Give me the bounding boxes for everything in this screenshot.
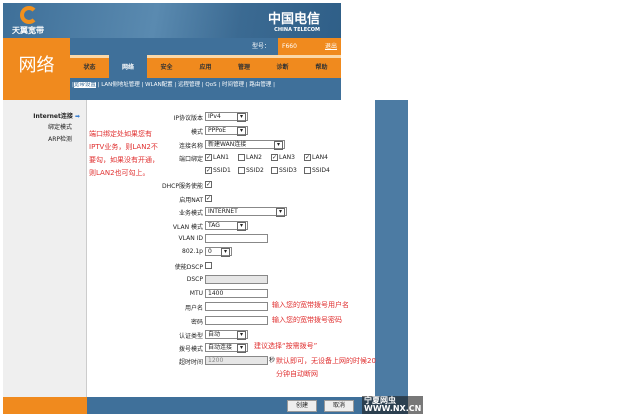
section-title: 网络 — [3, 38, 70, 100]
lan4-label: LAN4 — [312, 154, 328, 161]
label-ip-version: IP协议版本 — [173, 115, 203, 122]
note-port-binding: 端口绑定处如果您有IPTV业务，则LAN2不要勾，如果没有开通，则LAN2也可勾… — [89, 130, 159, 177]
note-idle: 默认即可，无设备上网的时候20分钟自动断网 — [276, 357, 376, 378]
checkbox-lan3[interactable]: ✓ — [271, 154, 278, 161]
label-vlan-id: VLAN ID — [178, 235, 203, 242]
label-username: 用户名 — [184, 305, 203, 312]
lan1-label: LAN1 — [213, 154, 229, 161]
sidebar-item-internet[interactable]: Internet连接 ➡ — [33, 111, 80, 120]
label-auth: 认证类型 — [178, 333, 203, 340]
label-dscp: DSCP — [186, 276, 203, 283]
tab-status[interactable]: 状态 — [70, 55, 109, 78]
label-dscp-enable: 使能DSCP — [174, 264, 203, 271]
checkbox-ssid2[interactable] — [238, 167, 245, 174]
tab-management[interactable]: 管理 — [225, 55, 263, 78]
dscp-input[interactable] — [205, 275, 268, 284]
label-dial: 拨号模式 — [178, 346, 203, 353]
logout-link[interactable]: 退出 — [325, 38, 337, 55]
tab-diagnosis[interactable]: 诊断 — [263, 55, 302, 78]
right-strip — [375, 100, 408, 397]
ssid3-label: SSID3 — [279, 167, 297, 174]
checkbox-ssid1[interactable]: ✓ — [205, 167, 212, 174]
label-service: 业务模式 — [178, 210, 203, 217]
conn-name-select[interactable]: 新建WAN连接 — [205, 140, 285, 150]
ip-version-select[interactable]: IPv4 — [205, 112, 248, 122]
label-dhcp: DHCP服务使能 — [162, 183, 203, 190]
sidebar-item-bind-mode[interactable]: 绑定模式 — [48, 122, 72, 131]
footer-bar — [87, 397, 408, 414]
operator-logo: 中国电信 CHINA TELECOM — [268, 12, 321, 33]
nat-checkbox[interactable]: ✓ — [205, 195, 212, 202]
model-label: 型号： — [252, 43, 271, 50]
note-password: 输入您的宽带拨号密码 — [272, 316, 342, 324]
label-port-bind: 端口绑定 — [178, 156, 203, 163]
auth-select[interactable]: 自动 — [205, 330, 248, 340]
lan3-label: LAN3 — [279, 154, 295, 161]
submenu-qos[interactable]: QoS — [205, 82, 216, 88]
checkbox-lan1[interactable]: ✓ — [205, 154, 212, 161]
password-input[interactable] — [205, 316, 268, 325]
lan2-label: LAN2 — [246, 154, 262, 161]
mtu-input[interactable]: 1400 — [205, 289, 268, 298]
port-bind-ssid: ✓ SSID1 SSID2 SSID3 SSID4 — [205, 167, 337, 174]
create-button[interactable]: 创建 — [287, 400, 317, 412]
service-select[interactable]: INTERNET — [205, 207, 287, 217]
mode-select[interactable]: PPPoE — [205, 126, 248, 136]
username-input[interactable] — [205, 302, 268, 311]
ssid1-label: SSID1 — [213, 167, 231, 174]
ssid2-label: SSID2 — [246, 167, 264, 174]
label-idle: 超时时间 — [178, 359, 203, 366]
footer-left — [3, 397, 87, 414]
vlan-id-input[interactable] — [205, 234, 268, 243]
checkbox-ssid3[interactable] — [271, 167, 278, 174]
checkbox-ssid4[interactable] — [304, 167, 311, 174]
tab-network[interactable]: 网络 — [109, 55, 147, 78]
idle-unit: 秒 — [269, 357, 276, 364]
submenu-time[interactable]: 时间管理 — [222, 82, 244, 88]
tab-help[interactable]: 帮助 — [302, 55, 341, 78]
note-username: 输入您的宽带拨号用户名 — [272, 301, 349, 309]
idle-input[interactable]: 1200 — [205, 356, 268, 365]
label-vlan-mode: VLAN 模式 — [172, 224, 203, 231]
submenu: |宽带设置 | LAN侧地址管理 | WLAN配置 | 远程管理 | QoS |… — [70, 78, 341, 100]
dhcp-checkbox[interactable]: ✓ — [205, 181, 212, 188]
cancel-button[interactable]: 取消 — [324, 400, 354, 412]
label-nat: 启用NAT — [179, 197, 203, 204]
label-mtu: MTU — [189, 290, 203, 297]
arrow-icon: ➡ — [74, 113, 80, 120]
tab-security[interactable]: 安全 — [147, 55, 186, 78]
main-tabs: 状态 网络 安全 应用 管理 诊断 帮助 — [70, 55, 341, 78]
checkbox-lan2[interactable] — [238, 154, 245, 161]
label-password: 密码 — [190, 319, 203, 326]
submenu-lan[interactable]: LAN侧地址管理 — [101, 82, 140, 88]
dscp-enable-checkbox[interactable] — [205, 262, 212, 269]
label-conn-name: 连接名称 — [178, 143, 203, 150]
ssid4-label: SSID4 — [312, 167, 330, 174]
sidebar: Internet连接 ➡ 绑定模式 ARP检测 — [3, 100, 87, 397]
checkbox-lan4[interactable]: ✓ — [304, 154, 311, 161]
brand-logo: 天翼宽带 — [12, 6, 52, 35]
submenu-route[interactable]: 路由管理 — [249, 82, 271, 88]
8021p-select[interactable]: 0 — [205, 247, 232, 257]
watermark: 宁夏网虫 WWW.NX.CN — [362, 396, 424, 414]
submenu-remote[interactable]: 远程管理 — [178, 82, 200, 88]
submenu-wlan[interactable]: WLAN配置 — [145, 82, 173, 88]
submenu-broadband[interactable]: 宽带设置 — [73, 82, 96, 88]
dial-mode-select[interactable]: 自动连接 — [205, 343, 248, 353]
tab-application[interactable]: 应用 — [186, 55, 225, 78]
note-dial: 建议选择“按需拨号” — [254, 342, 318, 350]
sidebar-item-arp[interactable]: ARP检测 — [48, 134, 72, 143]
port-bind-lan: ✓ LAN1 LAN2 ✓ LAN3 ✓ LAN4 — [205, 154, 337, 161]
vlan-mode-select[interactable]: TAG — [205, 221, 248, 231]
label-mode: 模式 — [190, 129, 203, 136]
label-8021p: 802.1p — [182, 248, 203, 255]
